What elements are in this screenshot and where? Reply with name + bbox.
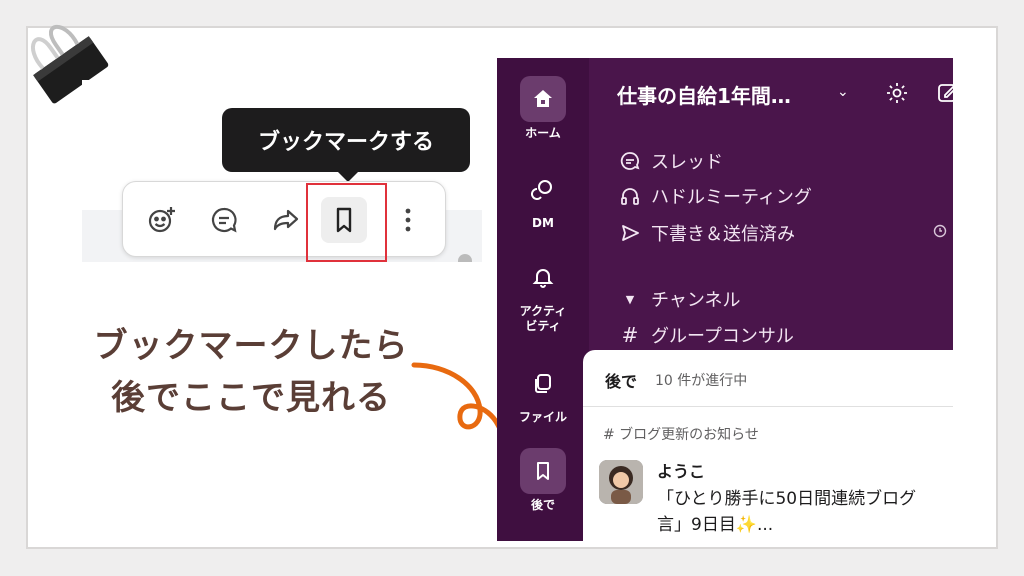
annotation-line-2: 後でここで見れる	[111, 378, 391, 418]
bookmark-highlight-box	[306, 183, 387, 262]
message-author: ようこ	[657, 462, 706, 481]
later-count: 10 件が進行中	[655, 373, 748, 389]
later-item-channel[interactable]: # ブログ更新のお知らせ	[603, 424, 759, 444]
nav-label-drafts: 下書き＆送信済み	[651, 224, 795, 245]
add-reaction-icon	[148, 207, 175, 233]
nav-label-threads: スレッド	[651, 152, 723, 173]
divider	[583, 406, 953, 407]
workspace-rail: ホーム DM アクティビティ ファイル 後で	[497, 58, 589, 541]
rail-label-files: ファイル	[518, 410, 567, 424]
rail-label-home: ホーム	[525, 126, 561, 140]
bookmark-tooltip: ブックマークする	[222, 108, 470, 182]
workspace-title[interactable]: 仕事の自給1年間…	[617, 80, 791, 109]
rail-label-activity: アクティビティ	[519, 304, 567, 333]
share-message-button[interactable]	[263, 197, 309, 243]
files-icon	[535, 374, 551, 393]
message-line-2: 言」9日目✨...	[657, 515, 774, 535]
add-reaction-button[interactable]	[139, 197, 185, 243]
rail-item-home[interactable]: ホーム	[497, 76, 589, 141]
nav-label-huddles: ハドルミーティング	[651, 187, 812, 208]
rail-item-files[interactable]: ファイル	[497, 360, 589, 425]
message-actions-toolbar	[122, 181, 446, 257]
nav-item-threads[interactable]: スレッド	[619, 148, 723, 174]
hash-icon: #	[621, 323, 639, 347]
send-icon	[622, 225, 639, 241]
compose-icon[interactable]	[937, 81, 953, 103]
rail-item-dm[interactable]: DM	[497, 166, 589, 231]
annotation-text: ブックマークしたら 後でここで見れる	[86, 320, 416, 424]
rail-item-activity[interactable]: アクティビティ	[497, 254, 589, 334]
rail-label-dm: DM	[532, 216, 554, 230]
later-panel: 後で 10 件が進行中 # ブログ更新のお知らせ ようこ 「ひとり勝手に50日間…	[583, 350, 953, 541]
message-preview[interactable]: 「ひとり勝手に50日間連続ブログ 言」9日目✨...	[657, 486, 953, 538]
annotation-line-1: ブックマークしたら	[93, 326, 409, 366]
rail-item-later[interactable]: 後で	[497, 448, 589, 513]
more-actions-button[interactable]	[385, 197, 431, 243]
later-title: 後で	[605, 372, 638, 391]
message-line-1: 「ひとり勝手に50日間連続ブログ	[657, 489, 917, 509]
nav-item-huddles[interactable]: ハドルミーティング	[619, 183, 812, 209]
chevron-down-icon[interactable]: ⌄	[837, 84, 849, 100]
slack-window: ホーム DM アクティビティ ファイル 後で 仕事の自給1年間… ⌄ スレッド …	[497, 58, 953, 541]
reply-thread-button[interactable]	[201, 197, 247, 243]
gear-icon[interactable]	[885, 81, 909, 105]
channel-item[interactable]: # グループコンサル	[619, 322, 794, 348]
channels-section-header[interactable]: ▼ チャンネル	[619, 286, 741, 312]
nav-item-drafts[interactable]: 下書き＆送信済み	[619, 220, 795, 246]
caret-down-icon: ▼	[625, 292, 635, 306]
bookmark-icon	[537, 462, 549, 480]
share-forward-icon	[273, 209, 299, 231]
reply-thread-icon	[211, 207, 237, 233]
channels-header-label: チャンネル	[651, 290, 741, 311]
avatar[interactable]	[599, 460, 643, 504]
bell-icon	[532, 269, 554, 288]
more-vertical-icon	[405, 208, 411, 232]
rail-label-later: 後で	[530, 498, 555, 512]
channel-label: グループコンサル	[651, 326, 794, 347]
clock-icon	[933, 224, 947, 238]
threads-icon	[620, 152, 640, 170]
dm-icon	[531, 180, 552, 200]
headphones-icon	[621, 188, 639, 205]
home-icon	[534, 90, 552, 107]
